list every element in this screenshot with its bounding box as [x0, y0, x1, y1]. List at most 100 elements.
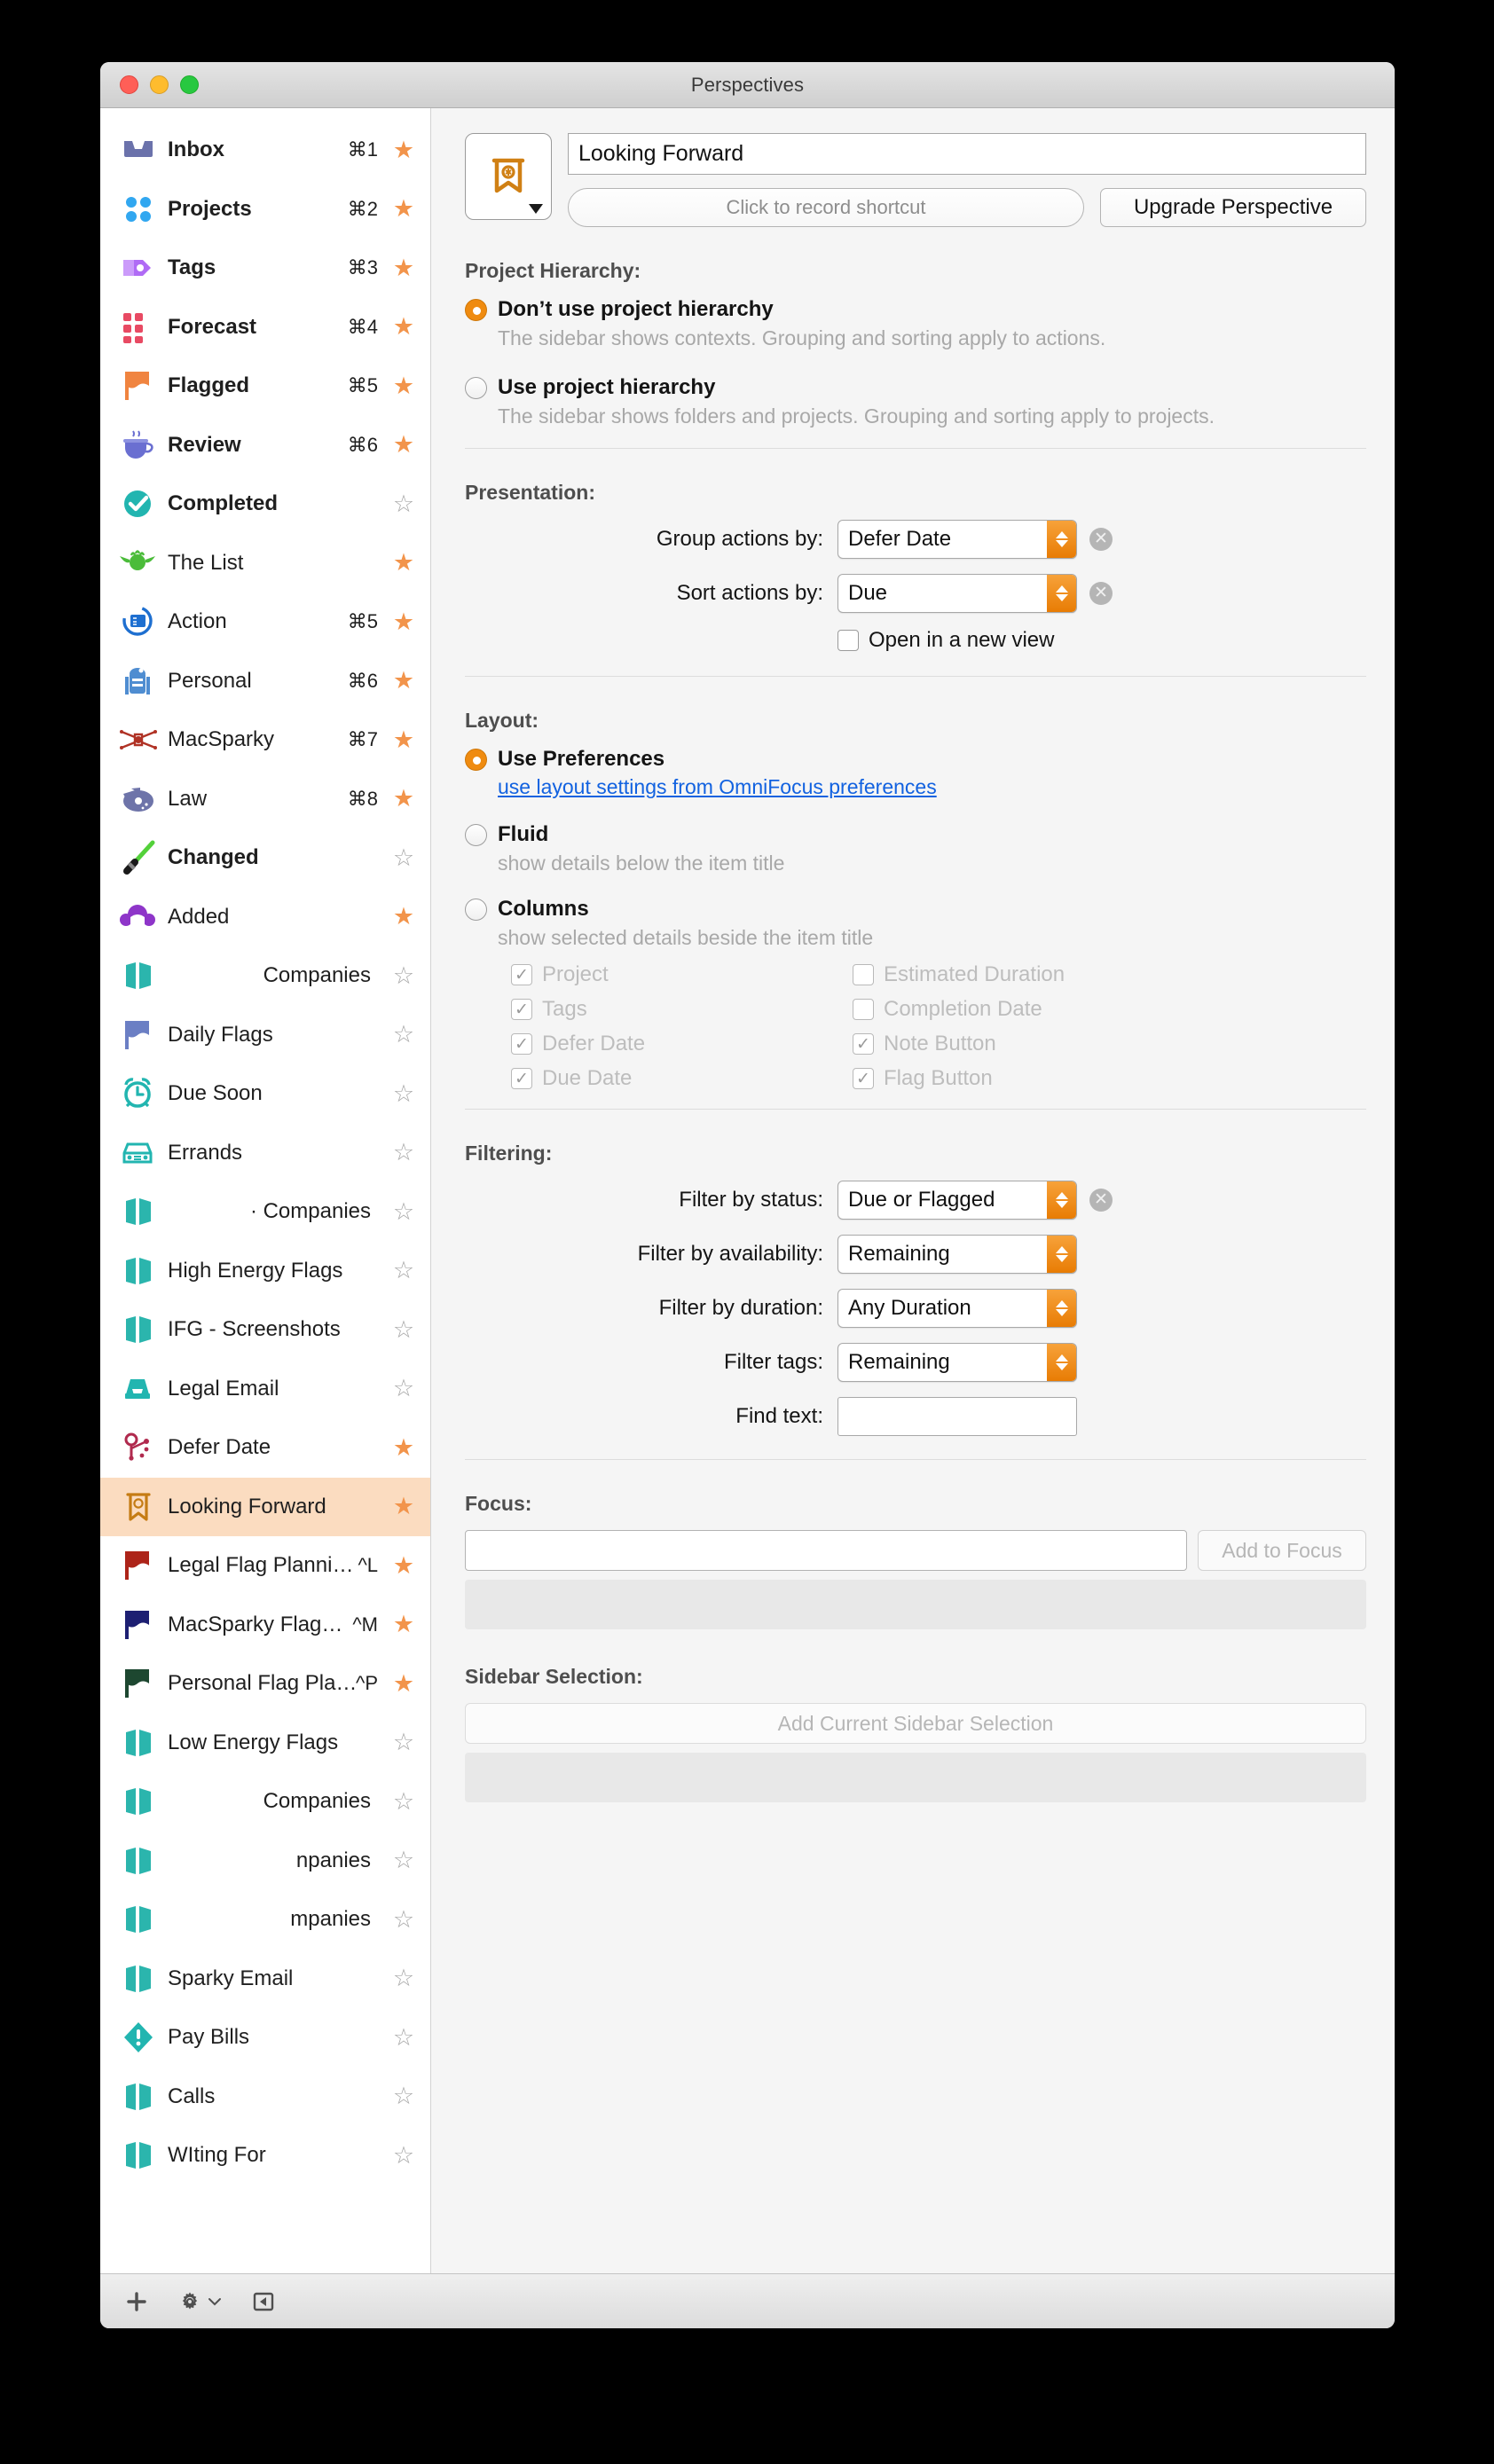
sidebar-item-low-energy-flags[interactable]: Low Energy Flags ☆ — [100, 1714, 430, 1773]
filter-availability-select[interactable]: Remaining — [837, 1235, 1077, 1274]
stepper-icon[interactable] — [1047, 521, 1076, 558]
column-option-note-button[interactable]: Note Button — [853, 1032, 1366, 1056]
record-shortcut-button[interactable]: Click to record shortcut — [568, 188, 1084, 227]
perspective-actions-menu[interactable] — [178, 2290, 222, 2313]
sidebar-item-defer-date[interactable]: Defer Date ★ — [100, 1418, 430, 1478]
sidebar-item-projects[interactable]: Projects ⌘2 ★ — [100, 180, 430, 239]
filter-status-select[interactable]: Due or Flagged — [837, 1181, 1077, 1220]
star-outline-icon[interactable]: ☆ — [390, 1259, 417, 1283]
add-perspective-button[interactable] — [125, 2290, 148, 2313]
sidebar-item-forecast[interactable]: Forecast ⌘4 ★ — [100, 298, 430, 357]
sidebar-item-added[interactable]: Added ★ — [100, 888, 430, 947]
star-outline-icon[interactable]: ☆ — [390, 2025, 417, 2050]
clear-group-actions-button[interactable]: ✕ — [1089, 528, 1113, 551]
star-outline-icon[interactable]: ☆ — [390, 2084, 417, 2108]
star-outline-icon[interactable]: ☆ — [390, 1848, 417, 1872]
column-option-flag-button[interactable]: Flag Button — [853, 1066, 1366, 1091]
star-outline-icon[interactable]: ☆ — [390, 1789, 417, 1814]
stepper-icon[interactable] — [1047, 1181, 1076, 1219]
sidebar-item-law[interactable]: Law ⌘8 ★ — [100, 770, 430, 829]
layout-preferences-link[interactable]: use layout settings from OmniFocus prefe… — [498, 775, 1366, 799]
star-outline-icon[interactable]: ☆ — [390, 1023, 417, 1047]
perspective-icon-picker[interactable] — [465, 133, 552, 220]
star-filled-icon[interactable]: ★ — [390, 1495, 417, 1518]
star-filled-icon[interactable]: ★ — [390, 551, 417, 575]
sidebar-item-companies[interactable]: Companies ☆ — [100, 946, 430, 1006]
sidebar-item-mpanies[interactable]: mpanies ☆ — [100, 1890, 430, 1950]
star-filled-icon[interactable]: ★ — [390, 1671, 417, 1696]
sidebar-item-witing-for[interactable]: WIting For ☆ — [100, 2126, 430, 2185]
star-filled-icon[interactable]: ★ — [390, 727, 417, 752]
star-outline-icon[interactable]: ☆ — [390, 1907, 417, 1932]
toggle-panel-button[interactable] — [252, 2290, 275, 2313]
sidebar-item-high-energy-flags[interactable]: High Energy Flags ☆ — [100, 1242, 430, 1301]
sidebar-item-personal[interactable]: Personal ⌘6 ★ — [100, 652, 430, 711]
star-filled-icon[interactable]: ★ — [390, 905, 417, 929]
sidebar-item-action[interactable]: Action ⌘5 ★ — [100, 592, 430, 652]
sidebar-item-personal-flag-pla[interactable]: Personal Flag Pla… ^P ★ — [100, 1654, 430, 1714]
stepper-icon[interactable] — [1047, 575, 1076, 612]
column-option-tags[interactable]: Tags — [511, 997, 853, 1022]
star-filled-icon[interactable]: ★ — [390, 373, 417, 398]
sidebar-item-due-soon[interactable]: Due Soon ☆ — [100, 1064, 430, 1124]
clear-sort-actions-button[interactable]: ✕ — [1089, 582, 1113, 605]
sidebar-item-flagged[interactable]: Flagged ⌘5 ★ — [100, 357, 430, 416]
star-filled-icon[interactable]: ★ — [390, 1613, 417, 1636]
radio-use-preferences[interactable]: Use Preferences — [465, 747, 1366, 772]
star-filled-icon[interactable]: ★ — [390, 1435, 417, 1460]
column-option-estimated-duration[interactable]: Estimated Duration — [853, 962, 1366, 987]
focus-combobox[interactable] — [465, 1530, 1187, 1571]
open-new-view-checkbox[interactable]: Open in a new view — [837, 628, 1054, 653]
filter-tags-select[interactable]: Remaining — [837, 1343, 1077, 1382]
sidebar-item-errands[interactable]: Errands ☆ — [100, 1124, 430, 1183]
add-current-sidebar-selection-button[interactable]: Add Current Sidebar Selection — [465, 1703, 1366, 1744]
star-outline-icon[interactable]: ☆ — [390, 2143, 417, 2168]
sidebar-item-sparky-email[interactable]: Sparky Email ☆ — [100, 1950, 430, 2009]
star-outline-icon[interactable]: ☆ — [390, 1141, 417, 1165]
sort-actions-select[interactable]: Due — [837, 574, 1077, 613]
star-filled-icon[interactable]: ★ — [390, 433, 417, 457]
sidebar-item-review[interactable]: Review ⌘6 ★ — [100, 416, 430, 475]
column-option-due-date[interactable]: Due Date — [511, 1066, 853, 1091]
perspective-name-input[interactable]: Looking Forward — [568, 133, 1366, 175]
sidebar-item-looking-forward[interactable]: Looking Forward ★ — [100, 1477, 430, 1536]
sidebar-item-inbox[interactable]: Inbox ⌘1 ★ — [100, 121, 430, 180]
star-outline-icon[interactable]: ☆ — [390, 963, 417, 988]
clear-filter-status-button[interactable]: ✕ — [1089, 1189, 1113, 1212]
sidebar-item-daily-flags[interactable]: Daily Flags ☆ — [100, 1006, 430, 1065]
stepper-icon[interactable] — [1047, 1290, 1076, 1327]
star-outline-icon[interactable]: ☆ — [390, 845, 417, 870]
star-outline-icon[interactable]: ☆ — [390, 491, 417, 516]
radio-fluid[interactable]: Fluid — [465, 822, 1366, 847]
column-option-project[interactable]: Project — [511, 962, 853, 987]
star-filled-icon[interactable]: ★ — [390, 315, 417, 339]
radio-columns[interactable]: Columns — [465, 897, 1366, 922]
star-filled-icon[interactable]: ★ — [390, 255, 417, 280]
find-text-input[interactable] — [837, 1397, 1077, 1436]
sidebar-item-the-list[interactable]: The List ★ — [100, 534, 430, 593]
group-actions-select[interactable]: Defer Date — [837, 520, 1077, 559]
star-filled-icon[interactable]: ★ — [390, 609, 417, 634]
star-outline-icon[interactable]: ☆ — [390, 1377, 417, 1401]
sidebar-item-macsparky-flag[interactable]: MacSparky Flag… ^M ★ — [100, 1596, 430, 1655]
sidebar-item-changed[interactable]: Changed ☆ — [100, 828, 430, 888]
radio-use-hierarchy[interactable]: Use project hierarchy — [465, 375, 1366, 400]
star-filled-icon[interactable]: ★ — [390, 787, 417, 811]
star-filled-icon[interactable]: ★ — [390, 669, 417, 693]
stepper-icon[interactable] — [1047, 1344, 1076, 1381]
perspectives-sidebar[interactable]: Inbox ⌘1 ★ Projects ⌘2 ★ Tags ⌘3 ★ Forecast ⌘4 ★ Fla… — [100, 108, 431, 2273]
sidebar-item-tags[interactable]: Tags ⌘3 ★ — [100, 239, 430, 298]
filter-duration-select[interactable]: Any Duration — [837, 1289, 1077, 1328]
sidebar-item-ifg-screenshots[interactable]: IFG - Screenshots ☆ — [100, 1300, 430, 1360]
star-filled-icon[interactable]: ★ — [390, 197, 417, 221]
star-outline-icon[interactable]: ☆ — [390, 1081, 417, 1106]
sidebar-item-completed[interactable]: Completed ☆ — [100, 475, 430, 534]
radio-dont-use-hierarchy[interactable]: Don’t use project hierarchy — [465, 297, 1366, 322]
sidebar-item-macsparky[interactable]: MacSparky ⌘7 ★ — [100, 710, 430, 770]
column-option-completion-date[interactable]: Completion Date — [853, 997, 1366, 1022]
star-outline-icon[interactable]: ☆ — [390, 1730, 417, 1754]
star-outline-icon[interactable]: ☆ — [390, 1199, 417, 1224]
star-outline-icon[interactable]: ☆ — [390, 1966, 417, 1990]
column-option-defer-date[interactable]: Defer Date — [511, 1032, 853, 1056]
stepper-icon[interactable] — [1047, 1236, 1076, 1273]
